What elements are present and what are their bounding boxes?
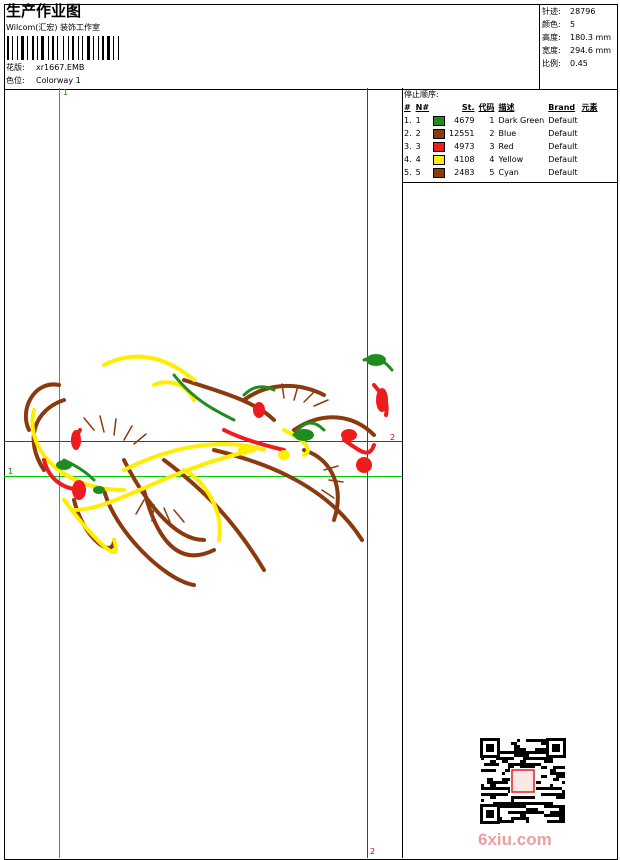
stitch-count: 12551 — [449, 129, 475, 138]
color-swatch — [433, 167, 446, 178]
stat-label: 针迹: — [542, 7, 561, 16]
row-number: 5. — [404, 168, 412, 177]
column-header: Brand — [548, 103, 576, 112]
color-description: Dark Green — [498, 116, 545, 125]
stitch-count: 4108 — [454, 155, 475, 164]
brand-name: Default — [548, 129, 578, 138]
needle-number: 2 — [415, 129, 421, 138]
embroidery-design — [23, 354, 394, 587]
watermark-text: 6xiu.com — [478, 830, 552, 849]
stat-label: 宽度: — [542, 46, 561, 55]
design-value: xr1667.EMB — [36, 63, 85, 72]
table-row: 3. 3 4973 3 Red Default — [402, 140, 600, 153]
company-name: Wilcom(汇宏) 装饰工作室 — [6, 23, 101, 32]
stat-label: 颜色: — [542, 20, 561, 29]
needle-number: 3 — [415, 142, 421, 151]
stat-value: 28796 — [570, 7, 596, 16]
brand-name: Default — [548, 116, 578, 125]
stat-label: 比例: — [542, 59, 561, 68]
design-label: 花版: — [6, 63, 25, 72]
column-header: 描述 — [498, 103, 515, 112]
stitch-count: 4679 — [454, 116, 475, 125]
stat-value: 180.3 mm — [570, 33, 612, 42]
color-code: 3 — [489, 142, 495, 151]
stop-sequence-table: # N# St. 代码 描述 Brand 元素 1. 1 4679 1 Dark… — [402, 101, 600, 179]
row-number: 1. — [404, 116, 412, 125]
stat-value: 294.6 mm — [570, 46, 612, 55]
qr-code — [480, 738, 566, 824]
row-number: 4. — [404, 155, 412, 164]
column-header: St. — [461, 103, 475, 112]
color-code: 5 — [489, 168, 495, 177]
guide-label-top: 1 — [63, 88, 69, 97]
color-description: Cyan — [498, 168, 519, 177]
row-number: 2. — [404, 129, 412, 138]
table-row: 2. 2 12551 2 Blue Default — [402, 127, 600, 140]
brand-name: Default — [548, 155, 578, 164]
stitch-count: 2483 — [454, 168, 475, 177]
stat-value: 5 — [570, 20, 576, 29]
right-panel-divider — [402, 182, 403, 858]
color-swatch — [433, 154, 446, 165]
table-header-row: # N# St. 代码 描述 Brand 元素 — [402, 101, 600, 114]
color-code: 1 — [489, 116, 495, 125]
table-row: 1. 1 4679 1 Dark Green Default — [402, 114, 600, 127]
brand-name: Default — [548, 168, 578, 177]
needle-number: 4 — [415, 155, 421, 164]
table-row: 4. 4 4108 4 Yellow Default — [402, 153, 600, 166]
column-header: 元素 — [581, 103, 598, 112]
stat-value: 0.45 — [570, 59, 588, 68]
column-header: N# — [415, 103, 430, 112]
color-description: Yellow — [498, 155, 524, 164]
column-header: 代码 — [478, 103, 495, 112]
stitch-count: 4973 — [454, 142, 475, 151]
color-code: 2 — [489, 129, 495, 138]
stop-sequence-title: 停止顺序: — [404, 90, 439, 99]
color-swatch — [433, 115, 446, 126]
color-description: Blue — [498, 129, 517, 138]
page-title: 生产作业图 — [6, 2, 82, 20]
colorway-value: Colorway 1 — [36, 76, 81, 85]
stat-label: 高度: — [542, 33, 561, 42]
colorway-label: 色位: — [6, 76, 25, 85]
barcode — [7, 36, 119, 60]
color-code: 4 — [489, 155, 495, 164]
brand-name: Default — [548, 142, 578, 151]
color-swatch — [433, 128, 446, 139]
row-number: 3. — [404, 142, 412, 151]
needle-number: 5 — [415, 168, 421, 177]
column-header: # — [404, 103, 411, 112]
table-row: 5. 5 2483 5 Cyan Default — [402, 166, 600, 179]
needle-number: 1 — [415, 116, 421, 125]
color-description: Red — [498, 142, 514, 151]
column-header — [431, 101, 447, 114]
guide-label-bottom: 2 — [370, 847, 376, 856]
color-swatch — [433, 141, 446, 152]
